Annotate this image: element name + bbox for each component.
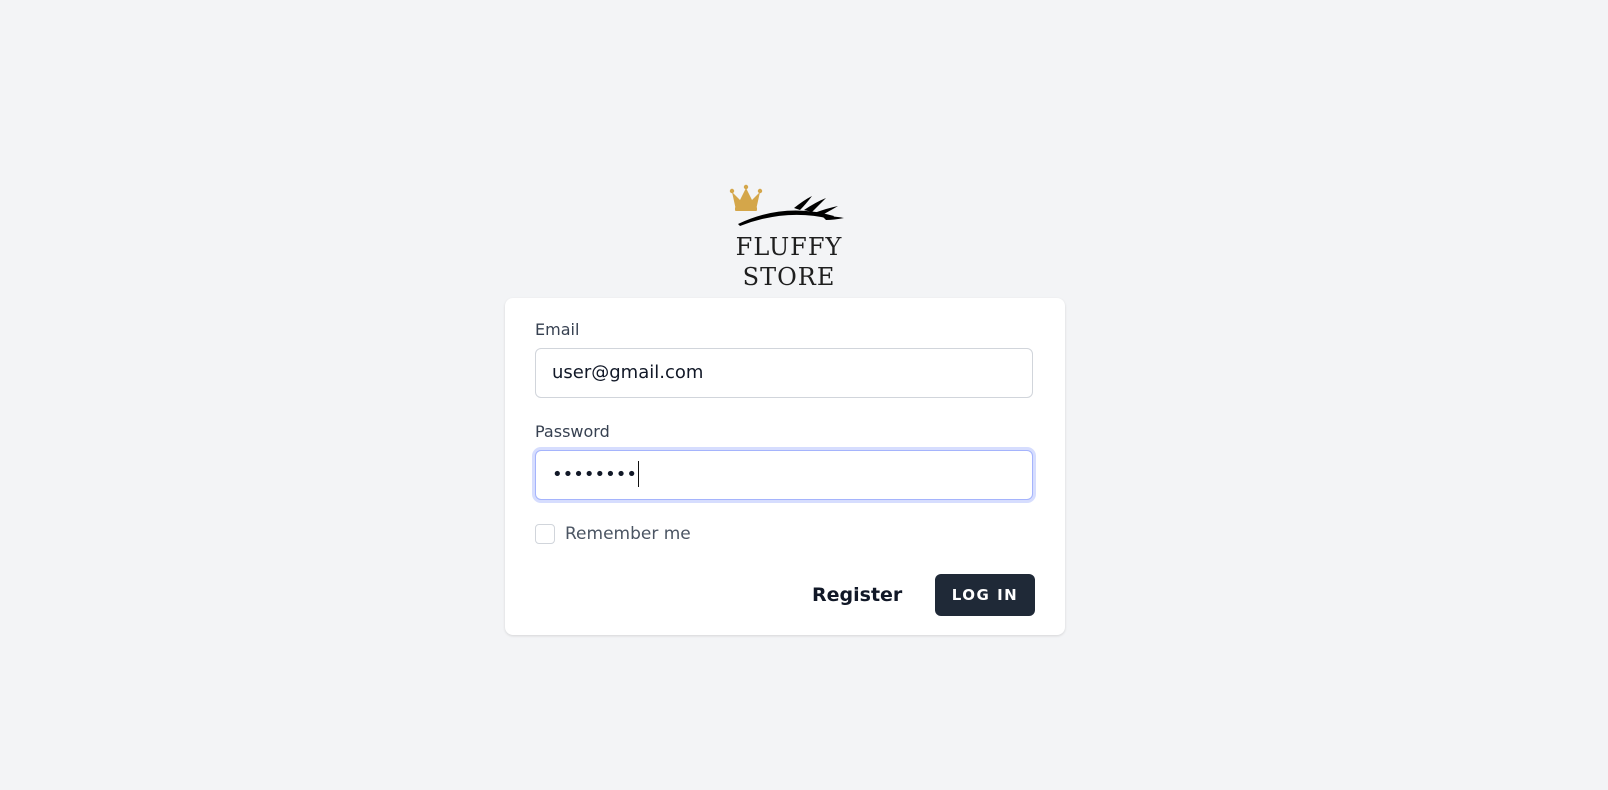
brand-name: FLUFFY STORE (735, 233, 843, 291)
password-label: Password (535, 422, 610, 441)
password-field[interactable]: •••••••• (535, 450, 1033, 500)
remember-me-label[interactable]: Remember me (565, 524, 691, 544)
crown-eyelash-icon (729, 184, 844, 226)
brand-logo: FLUFFY STORE (694, 180, 884, 291)
text-caret (637, 460, 639, 487)
email-label: Email (535, 320, 580, 339)
email-field[interactable]: user@gmail.com (535, 348, 1033, 398)
register-link[interactable]: Register (812, 580, 902, 610)
login-button[interactable]: LOG IN (935, 574, 1035, 616)
login-card: Email user@gmail.com Password •••••••• R… (505, 298, 1065, 635)
email-value: user@gmail.com (552, 362, 704, 383)
password-value: •••••••• (552, 464, 637, 485)
remember-me-checkbox[interactable] (535, 524, 555, 544)
